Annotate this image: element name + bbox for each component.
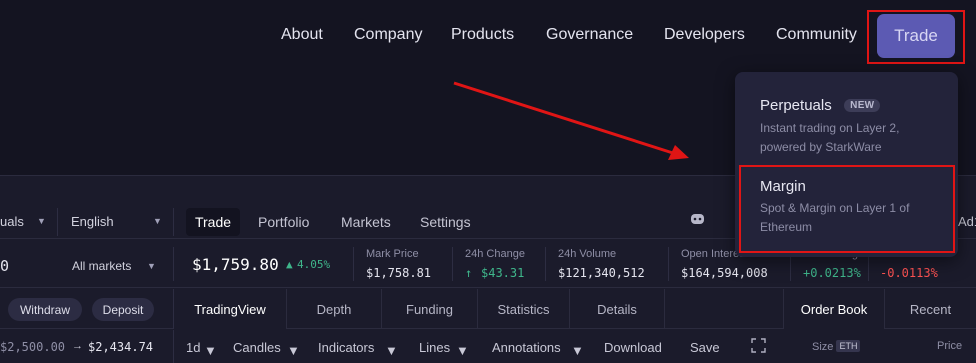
stat-label-24h-volume: 24h Volume [558, 248, 617, 260]
language-select[interactable]: English [71, 214, 114, 229]
panel-tabs-row: Withdraw Deposit TradingView Depth Fundi… [0, 289, 976, 329]
stat-value-mark-price: $1,758.81 [366, 266, 432, 280]
withdraw-button[interactable]: Withdraw [8, 298, 82, 321]
stat-value-predicted: -0.0113% [880, 266, 938, 280]
stat-label-mark-price: Mark Price [366, 248, 419, 260]
chevron-down-icon: ▼ [385, 343, 398, 358]
divider [173, 247, 174, 281]
tab-portfolio[interactable]: Portfolio [258, 214, 309, 230]
nav-link-developers[interactable]: Developers [664, 26, 745, 44]
nav-link-governance[interactable]: Governance [546, 26, 633, 44]
divider [668, 247, 669, 281]
market-selector[interactable]: All markets [72, 259, 131, 273]
stat-label-24h-change: 24h Change [465, 248, 525, 260]
nav-link-community[interactable]: Community [776, 26, 857, 44]
stat-value-1h-funding: +0.0213% [803, 266, 861, 280]
chevron-down-icon: ▼ [37, 216, 46, 226]
save-button[interactable]: Save [690, 340, 720, 355]
price-to: $2,434.74 [88, 340, 154, 354]
new-badge: NEW [844, 99, 881, 112]
arrow-right-icon: → [72, 340, 83, 352]
trade-button[interactable]: Trade [877, 14, 955, 58]
tab-settings[interactable]: Settings [420, 214, 471, 230]
divider [452, 247, 453, 281]
discord-icon[interactable] [690, 213, 705, 225]
size-column-header: Size ETH [812, 340, 861, 353]
divider [173, 208, 174, 236]
stat-value-open-interest: $164,594,008 [681, 266, 768, 280]
chart-toolbar: $2,500.00 → $2,434.74 1d ▼ Candles ▼ Ind… [0, 330, 976, 363]
nav-link-products[interactable]: Products [451, 26, 514, 44]
price-from: $2,500.00 [0, 340, 66, 354]
perpetuals-desc-line1: Instant trading on Layer 2, [760, 121, 900, 135]
download-button[interactable]: Download [604, 340, 662, 355]
price-column-header: Price [937, 340, 963, 352]
chevron-down-icon: ▼ [287, 343, 300, 358]
tab-details[interactable]: Details [570, 289, 665, 329]
lines-select[interactable]: Lines [419, 340, 450, 355]
divider [545, 247, 546, 281]
price-change-pct: 4.05% [297, 258, 331, 271]
fullscreen-icon[interactable] [751, 338, 766, 353]
tab-funding[interactable]: Funding [382, 289, 478, 329]
ticker-left-partial: 0 [0, 257, 10, 275]
tab-tradingview[interactable]: TradingView [174, 289, 287, 329]
size-unit-chip: ETH [836, 340, 861, 352]
top-navigation: About Company Products Governance Develo… [0, 0, 976, 72]
perpetuals-title: Perpetuals [760, 97, 832, 114]
stat-value-24h-volume: $121,340,512 [558, 266, 645, 280]
chevron-down-icon: ▼ [456, 343, 469, 358]
tab-statistics[interactable]: Statistics [478, 289, 570, 329]
chevron-down-icon: ▼ [147, 261, 156, 271]
market-select-label[interactable]: uals [0, 214, 24, 229]
candles-select[interactable]: Candles [233, 340, 281, 355]
chevron-down-icon: ▼ [204, 343, 217, 358]
nav-link-about[interactable]: About [281, 26, 323, 44]
chevron-down-icon: ▼ [153, 216, 162, 226]
indicators-select[interactable]: Indicators [318, 340, 374, 355]
tab-trade[interactable]: Trade [186, 208, 240, 236]
size-label: Size [812, 341, 834, 353]
tab-order-book[interactable]: Order Book [783, 289, 885, 329]
deposit-button[interactable]: Deposit [92, 298, 154, 321]
margin-item-highlight [739, 165, 955, 253]
tab-depth[interactable]: Depth [287, 289, 382, 329]
up-arrow-icon: ↑ [465, 266, 473, 280]
tab-recent[interactable]: Recent [885, 289, 976, 329]
interval-select[interactable]: 1d [186, 340, 200, 355]
last-price: $1,759.80 [192, 255, 279, 274]
stat-value-24h-change: $43.31 [481, 266, 525, 280]
address-partial[interactable]: Ad1 [958, 214, 976, 229]
annotations-select[interactable]: Annotations [492, 340, 561, 355]
price-change-arrow-icon: ▲ [286, 258, 293, 271]
perpetuals-desc-line2: powered by StarkWare [760, 140, 882, 154]
divider [353, 247, 354, 281]
chevron-down-icon: ▼ [571, 343, 584, 358]
divider [173, 330, 174, 363]
tab-markets[interactable]: Markets [341, 214, 391, 230]
divider [57, 208, 58, 236]
menu-item-perpetuals[interactable]: Perpetuals NEW Instant trading on Layer … [760, 97, 899, 157]
nav-link-company[interactable]: Company [354, 26, 422, 44]
